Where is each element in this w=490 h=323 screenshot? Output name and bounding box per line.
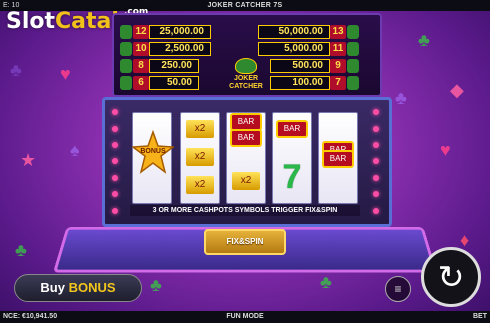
jester-icon: [120, 76, 132, 90]
mode-text: FUN MODE: [226, 313, 264, 320]
paytable-value: 50,000.00: [258, 25, 330, 39]
buy-bonus-bonus-text: BONUS: [68, 280, 116, 295]
paytable-value: 5,000.00: [258, 42, 330, 56]
club-bottom-deco-icon: ♣: [320, 272, 332, 292]
bet-text[interactable]: BET: [473, 311, 487, 323]
paytable-value: 100.00: [270, 76, 330, 90]
logo-slot-text: Slot: [6, 9, 56, 34]
leaf-deco-icon: ♣: [418, 30, 430, 50]
paytable-value: 25,000.00: [149, 25, 211, 39]
spin-button[interactable]: ↻: [421, 247, 481, 307]
paytable-row-left-3: 8 250.00: [119, 58, 199, 74]
buy-bonus-button[interactable]: Buy BONUS: [14, 274, 142, 302]
bar-symbol: BAR: [322, 150, 354, 168]
bonus-symbol-label: BONUS: [140, 148, 166, 155]
club-deco-icon: ♣: [10, 60, 22, 80]
seven-symbol-icon: 7: [282, 158, 302, 196]
bar-symbol: BAR: [230, 129, 262, 147]
spin-arrow-icon: ↻: [437, 259, 465, 295]
paytable-row-left-4: 6 50.00: [119, 75, 199, 91]
paytable-count: 10: [133, 42, 149, 56]
jester-icon: [120, 42, 132, 56]
jester-icon: [347, 25, 359, 39]
jester-hat-deco-icon: ◆: [450, 80, 464, 100]
lights-left: [111, 104, 119, 219]
paytable-value: 500.00: [270, 59, 330, 73]
bottom-bar: NCE: €10,941.50 FUN MODE BET: [0, 311, 490, 323]
leaf-bottom-deco-icon: ♣: [150, 275, 162, 295]
heart-right-deco-icon: ♥: [440, 140, 451, 160]
jester-icon: [347, 59, 359, 73]
heart-deco-icon: ♥: [60, 64, 71, 84]
paytable-value: 250.00: [149, 59, 199, 73]
paytable-row-right-1: 50,000.00 13: [258, 24, 360, 40]
jester-icon: [347, 76, 359, 90]
fix-and-spin-button: FIX&SPIN: [204, 229, 286, 255]
jester-icon: [347, 42, 359, 56]
joker-catcher-logo: JOKER CATCHER: [222, 58, 270, 92]
paytable-row-right-3: 500.00 9: [270, 58, 360, 74]
diamond-deco-icon: ♦: [460, 230, 470, 250]
paytable-row-left-1: 12 25,000.00: [119, 24, 211, 40]
star-deco-icon: ★: [20, 150, 37, 170]
coin-stack-icon[interactable]: ≡: [385, 276, 411, 302]
paytable-count: 6: [133, 76, 149, 90]
x2-symbol: x2: [186, 120, 214, 138]
jester-icon: [120, 59, 132, 73]
club-green-deco-icon: ♣: [15, 240, 27, 260]
paytable-row-right-2: 5,000.00 11: [258, 41, 360, 57]
paytable-count: 13: [330, 25, 346, 39]
info-strip: 3 OR MORE CASHPOTS SYMBOLS TRIGGER FIX&S…: [130, 205, 360, 216]
x2-symbol: x2: [186, 148, 214, 166]
paytable-count: 11: [330, 42, 346, 56]
x2-symbol: x2: [186, 176, 214, 194]
club-right-deco-icon: ♣: [395, 88, 407, 108]
paytable-count: 9: [330, 59, 346, 73]
joker-face-icon: [235, 58, 257, 74]
paytable-count: 7: [330, 76, 346, 90]
paytable-row-left-2: 10 2,500.00: [119, 41, 211, 57]
x2-symbol: x2: [232, 172, 260, 190]
buy-bonus-buy-text: Buy: [40, 280, 65, 295]
logo-line-1: JOKER: [233, 75, 259, 82]
paytable-count: 8: [133, 59, 149, 73]
logo-line-2: CATCHER: [229, 83, 263, 90]
paytable-value: 2,500.00: [149, 42, 211, 56]
spade-deco-icon: ♠: [70, 140, 80, 160]
paytable-count: 12: [133, 25, 149, 39]
paytable-value: 50.00: [149, 76, 199, 90]
lights-right: [372, 104, 380, 219]
bar-symbol: BAR: [276, 120, 308, 138]
jester-icon: [120, 25, 132, 39]
paytable-row-right-4: 100.00 7: [270, 75, 360, 91]
